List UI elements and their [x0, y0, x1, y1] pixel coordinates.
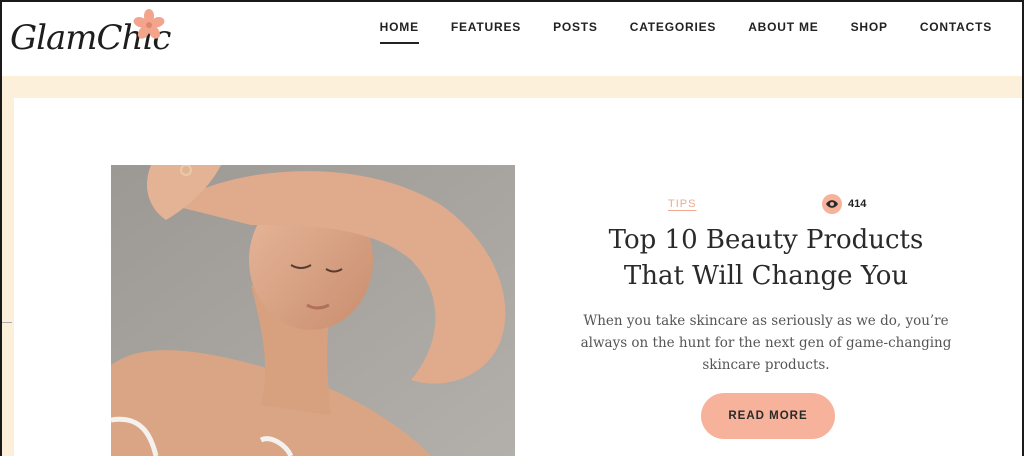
woman-portrait-illustration: [111, 165, 515, 456]
read-more-button[interactable]: READ MORE: [701, 393, 835, 439]
nav-item-contacts[interactable]: CONTACTS: [904, 16, 1008, 38]
views-count: 414: [848, 198, 867, 210]
flower-icon: [133, 9, 165, 39]
post-title-line-2: That Will Change You: [623, 261, 909, 291]
main-nav: HOME FEATURES POSTS CATEGORIES ABOUT ME …: [364, 16, 1008, 44]
nav-item-shop[interactable]: SHOP: [835, 16, 904, 38]
eye-icon: [822, 194, 842, 214]
edge-marker: [2, 322, 12, 323]
site-logo[interactable]: GlamChic: [10, 8, 171, 60]
featured-post-image[interactable]: [111, 165, 515, 456]
nav-item-features[interactable]: FEATURES: [435, 16, 537, 38]
post-title[interactable]: Top 10 Beauty Products That Will Change …: [560, 222, 972, 294]
nav-item-home[interactable]: HOME: [364, 16, 435, 44]
post-excerpt: When you take skincare as seriously as w…: [580, 313, 952, 373]
nav-item-posts[interactable]: POSTS: [537, 16, 614, 38]
site-header: GlamChic HOME FEATURES POSTS CATEGORIES …: [2, 2, 1022, 76]
nav-item-categories[interactable]: CATEGORIES: [614, 16, 732, 38]
post-title-line-1: Top 10 Beauty Products: [608, 225, 924, 255]
post-category-link[interactable]: TIPS: [668, 198, 696, 210]
nav-item-about-me[interactable]: ABOUT ME: [732, 16, 834, 38]
view-counter: 414: [822, 194, 866, 214]
